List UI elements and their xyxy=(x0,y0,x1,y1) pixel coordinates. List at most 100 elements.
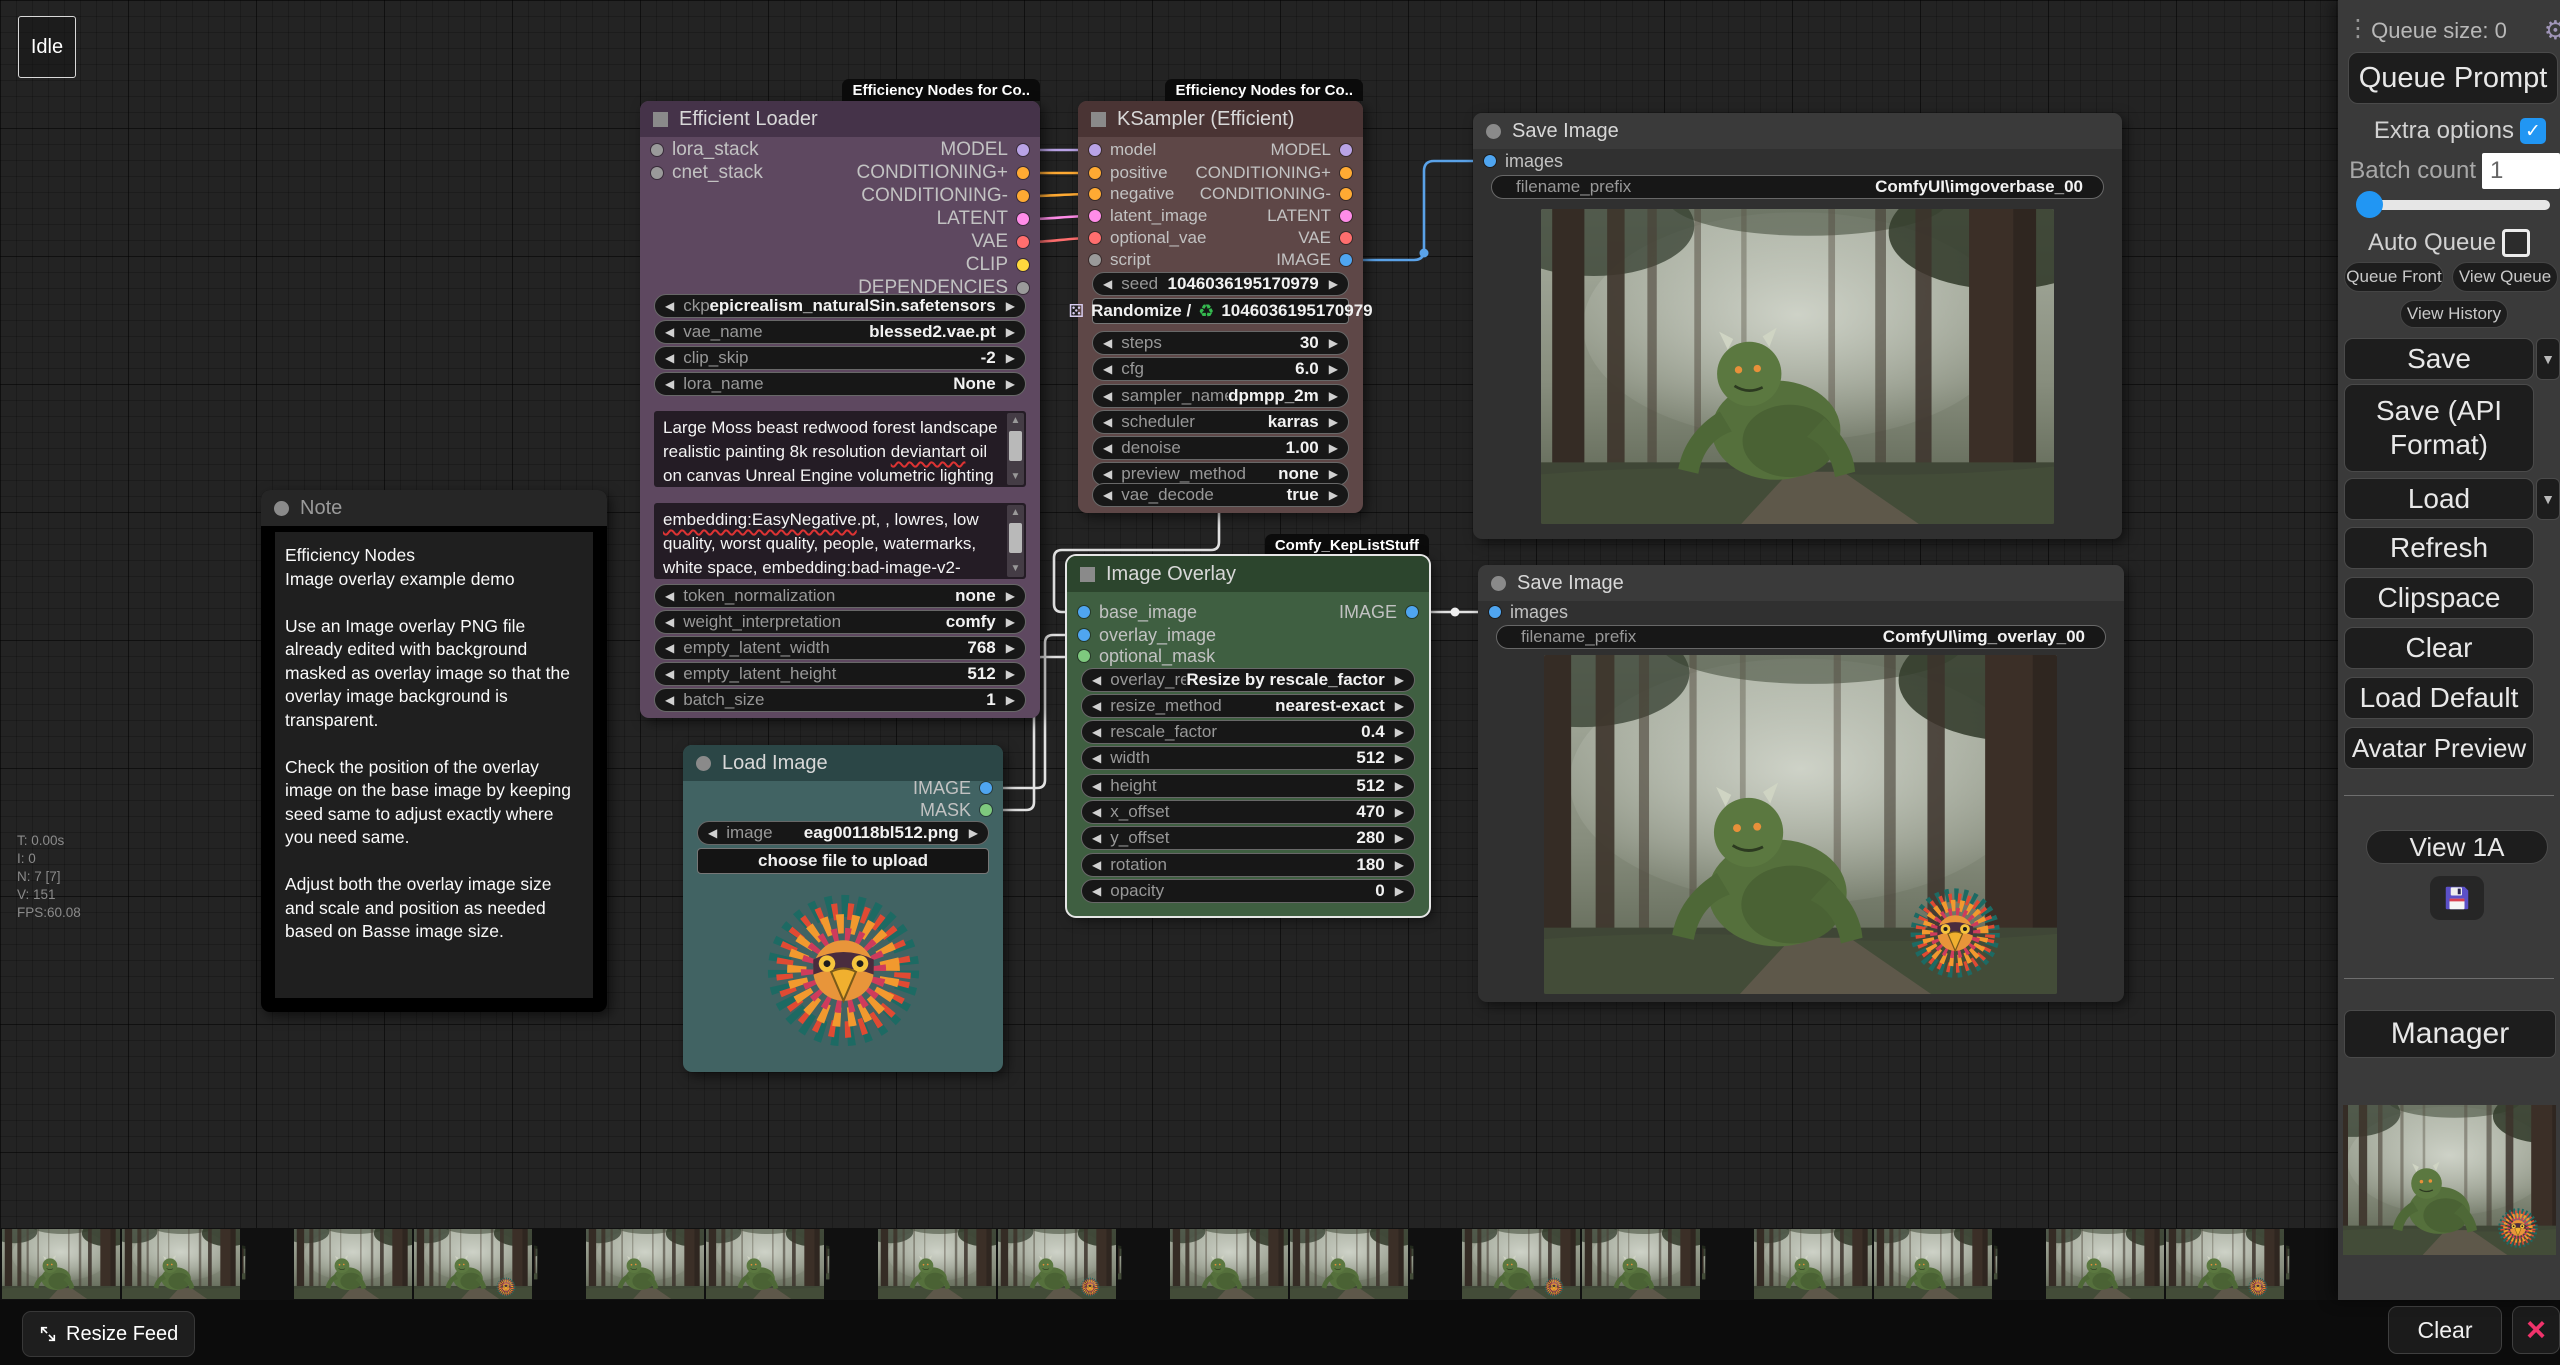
slot-dot[interactable] xyxy=(1078,650,1090,662)
slot-dot[interactable] xyxy=(1089,210,1101,222)
decrement-icon[interactable]: ◀ xyxy=(665,352,674,364)
feed-thumbnail[interactable] xyxy=(1290,1229,1408,1299)
input-slot-lora-stack[interactable]: lora_stack xyxy=(651,139,759,161)
feed-thumbnail[interactable] xyxy=(2046,1229,2164,1299)
view-1a-button[interactable]: View 1A xyxy=(2366,830,2548,864)
output-slot-mask[interactable]: MASK xyxy=(920,799,992,821)
clipspace-button[interactable]: Clipspace xyxy=(2344,577,2534,619)
node-save-image-base[interactable]: Save Image images filename_prefixComfyUI… xyxy=(1473,113,2122,539)
note-textarea[interactable]: Efficiency Nodes Image overlay example d… xyxy=(275,532,593,998)
slot-dot[interactable] xyxy=(980,804,992,816)
save-button[interactable]: Save xyxy=(2344,338,2534,380)
increment-icon[interactable]: ▶ xyxy=(1006,668,1015,680)
output-slot-vae[interactable]: VAE xyxy=(971,231,1029,253)
feed-thumbnail[interactable] xyxy=(878,1229,996,1299)
widget-x-offset[interactable]: ◀x_offset470▶ xyxy=(1081,800,1415,824)
manager-button[interactable]: Manager xyxy=(2344,1010,2556,1058)
increment-icon[interactable]: ▶ xyxy=(1006,694,1015,706)
feed-thumbnail[interactable] xyxy=(826,1229,876,1299)
increment-icon[interactable]: ▶ xyxy=(1395,832,1404,844)
node-image-overlay[interactable]: Image Overlay base_image overlay_image o… xyxy=(1067,556,1429,916)
output-slot-model[interactable]: MODEL xyxy=(940,139,1029,161)
node-collapse-square[interactable] xyxy=(653,112,668,127)
auto-queue-checkbox[interactable] xyxy=(2502,229,2530,257)
decrement-icon[interactable]: ◀ xyxy=(1103,278,1112,290)
node-efficient-loader[interactable]: Efficient Loader lora_stack cnet_stack M… xyxy=(640,101,1040,718)
output-slot-conditioning-plus[interactable]: CONDITIONING+ xyxy=(857,162,1029,184)
node-load-image[interactable]: Load Image IMAGE MASK ◀imageeag00118bl51… xyxy=(683,745,1003,1072)
increment-icon[interactable]: ▶ xyxy=(1006,590,1015,602)
feed-thumbnail[interactable] xyxy=(414,1229,532,1299)
feed-thumbnail[interactable] xyxy=(1582,1229,1700,1299)
increment-icon[interactable]: ▶ xyxy=(1395,752,1404,764)
decrement-icon[interactable]: ◀ xyxy=(1103,337,1112,349)
scroll-down-icon[interactable]: ▼ xyxy=(1007,562,1024,576)
save-workflow-shortcut[interactable] xyxy=(2430,876,2484,920)
widget-weight-interpretation[interactable]: ◀weight_interpretationcomfy▶ xyxy=(654,610,1026,634)
widget-vae-name[interactable]: ◀vae_nameblessed2.vae.pt▶ xyxy=(654,320,1026,344)
input-slot-overlay-image[interactable]: overlay_image xyxy=(1078,624,1216,646)
save-dropdown-icon[interactable]: ▼ xyxy=(2536,338,2560,380)
decrement-icon[interactable]: ◀ xyxy=(665,378,674,390)
increment-icon[interactable]: ▶ xyxy=(969,827,978,839)
widget-clip-skip[interactable]: ◀clip_skip-2▶ xyxy=(654,346,1026,370)
slot-dot[interactable] xyxy=(1089,254,1101,266)
node-collapse-square[interactable] xyxy=(1091,112,1106,127)
scrollbar[interactable]: ▲▼ xyxy=(1007,505,1024,577)
note-node-header[interactable]: Note xyxy=(261,490,607,526)
increment-icon[interactable]: ▶ xyxy=(1006,616,1015,628)
increment-icon[interactable]: ▶ xyxy=(1329,489,1338,501)
input-slot-negative[interactable]: negative xyxy=(1089,183,1174,205)
increment-icon[interactable]: ▶ xyxy=(1329,390,1338,402)
queue-front-button[interactable]: Queue Front xyxy=(2344,262,2444,292)
feed-thumbnail[interactable] xyxy=(2166,1229,2284,1299)
input-slot-optional-mask[interactable]: optional_mask xyxy=(1078,645,1215,667)
slot-dot[interactable] xyxy=(1089,232,1101,244)
node-canvas[interactable]: Note Efficiency Nodes Image overlay exam… xyxy=(0,0,2338,1300)
decrement-icon[interactable]: ◀ xyxy=(665,616,674,628)
output-slot-clip[interactable]: CLIP xyxy=(966,254,1029,276)
decrement-icon[interactable]: ◀ xyxy=(665,694,674,706)
widget-sampler-name[interactable]: ◀sampler_namedpmpp_2m▶ xyxy=(1092,384,1349,408)
slot-dot[interactable] xyxy=(1017,190,1029,202)
decrement-icon[interactable]: ◀ xyxy=(1103,390,1112,402)
slot-dot[interactable] xyxy=(1406,606,1418,618)
widget-filename-prefix[interactable]: filename_prefixComfyUI\imgoverbase_00 xyxy=(1491,175,2104,199)
clear-feed-button[interactable]: Clear xyxy=(2388,1306,2502,1354)
close-feed-button[interactable]: × xyxy=(2512,1306,2560,1354)
increment-icon[interactable]: ▶ xyxy=(1006,378,1015,390)
decrement-icon[interactable]: ◀ xyxy=(1092,780,1101,792)
feed-thumbnail[interactable] xyxy=(1702,1229,1752,1299)
load-dropdown-icon[interactable]: ▼ xyxy=(2536,478,2560,520)
increment-icon[interactable]: ▶ xyxy=(1329,278,1338,290)
increment-icon[interactable]: ▶ xyxy=(1329,363,1338,375)
decrement-icon[interactable]: ◀ xyxy=(1092,885,1101,897)
increment-icon[interactable]: ▶ xyxy=(1395,780,1404,792)
avatar-preview-button[interactable]: Avatar Preview xyxy=(2344,727,2534,769)
decrement-icon[interactable]: ◀ xyxy=(1092,859,1101,871)
node-header[interactable]: Efficient Loader xyxy=(640,101,1040,137)
widget-overlay-resize[interactable]: ◀overlay_resizeResize by rescale_factor▶ xyxy=(1081,668,1415,692)
output-slot-image[interactable]: IMAGE xyxy=(1339,601,1418,623)
batch-count-input[interactable] xyxy=(2482,153,2560,189)
increment-icon[interactable]: ▶ xyxy=(1395,674,1404,686)
node-header[interactable]: Save Image xyxy=(1478,565,2124,601)
scrollbar-thumb[interactable] xyxy=(1009,431,1022,461)
input-slot-model[interactable]: model xyxy=(1089,139,1156,161)
image-feed[interactable] xyxy=(0,1228,2447,1300)
slot-dot[interactable] xyxy=(1340,144,1352,156)
slot-dot[interactable] xyxy=(980,782,992,794)
input-slot-script[interactable]: script xyxy=(1089,249,1151,271)
scrollbar[interactable]: ▲▼ xyxy=(1007,413,1024,485)
increment-icon[interactable]: ▶ xyxy=(1329,337,1338,349)
decrement-icon[interactable]: ◀ xyxy=(665,668,674,680)
slot-dot[interactable] xyxy=(1340,232,1352,244)
feed-thumbnail[interactable] xyxy=(1462,1229,1580,1299)
increment-icon[interactable]: ▶ xyxy=(1395,726,1404,738)
feed-thumbnail[interactable] xyxy=(1170,1229,1288,1299)
increment-icon[interactable]: ▶ xyxy=(1329,416,1338,428)
decrement-icon[interactable]: ◀ xyxy=(1103,489,1112,501)
node-ksampler-efficient[interactable]: KSampler (Efficient) model positive nega… xyxy=(1078,101,1363,513)
feed-thumbnail[interactable] xyxy=(242,1229,292,1299)
decrement-icon[interactable]: ◀ xyxy=(665,326,674,338)
